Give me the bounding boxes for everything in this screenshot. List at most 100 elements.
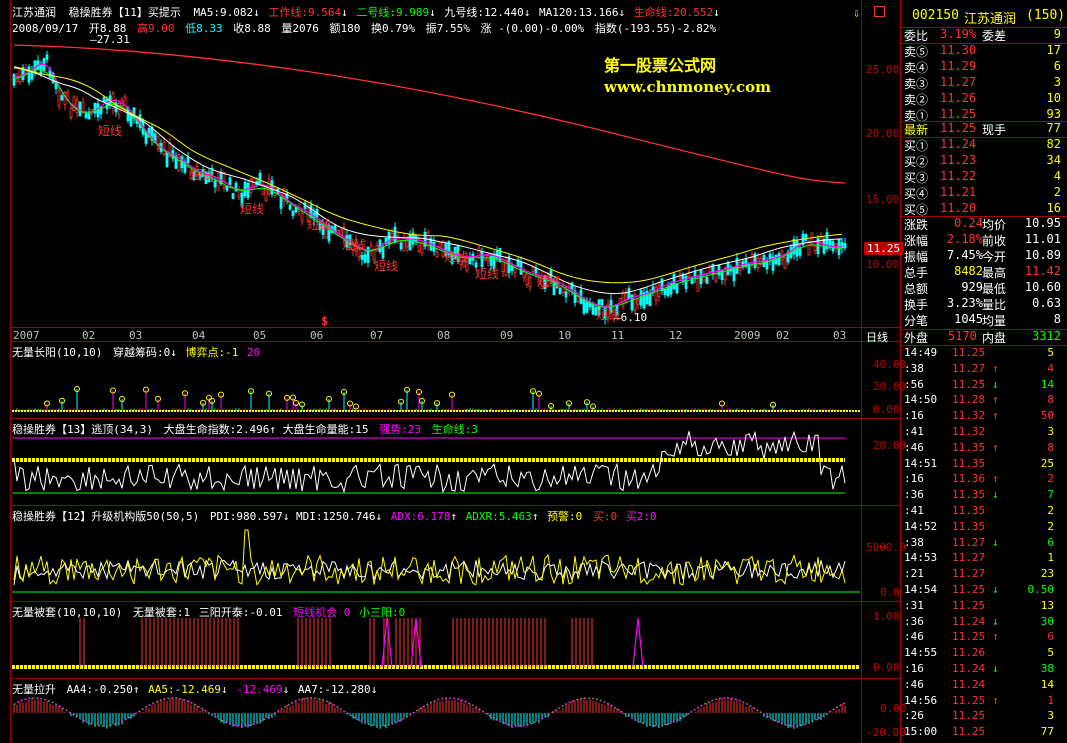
quote-panel: 002150 江苏通润 (150) 委比 3.19% 委差 9 卖⑤ 11.30 1…: [902, 0, 1067, 743]
candle-body: [666, 286, 670, 297]
ma5-value: MA5:9.082: [193, 6, 254, 19]
candle-body: [225, 185, 229, 191]
watermark-url: www.chnmoney.com: [604, 78, 771, 96]
candle-body: [186, 156, 190, 164]
candle-body: [798, 247, 802, 256]
window-icon[interactable]: [874, 6, 885, 17]
stock-code: 002150: [912, 8, 959, 23]
x-axis-label: 03: [129, 329, 143, 342]
candle-body: [78, 101, 82, 117]
spike-mark: [632, 617, 644, 668]
change-value: 涨 -(0.00)-0.00%: [480, 22, 585, 35]
candle-body: [258, 173, 262, 184]
x-axis-label: 10: [558, 329, 572, 342]
candle-body: [834, 243, 838, 249]
tick-row: 14:49 11.25 5: [904, 346, 1054, 359]
x-axis-label: 09: [500, 329, 514, 342]
tick-row: :21 11.27 23: [904, 567, 1054, 581]
tick-row: :16 11.36 ↑ 2: [904, 472, 1054, 486]
candle-body: [291, 210, 295, 216]
x-axis-label: 02: [776, 329, 790, 342]
tick-row: :41 11.35 2: [904, 504, 1054, 517]
tick-row: :56 11.25 ↓ 14: [904, 377, 1054, 391]
y-tick: 0.0: [880, 586, 900, 599]
y-tick: -20.00: [866, 726, 906, 739]
y-tick: 25.00: [866, 63, 900, 76]
chart-area[interactable]: 江苏通润 稳操胜券【11】买提示 MA5:9.082↓ 工作线:9.564↓ 二…: [0, 0, 907, 743]
candle-body: [813, 245, 817, 252]
panel4-title: 无量被套(10,10,10) 无量被套:1 三阳开泰:-0.01 短线机会 0 …: [12, 606, 406, 619]
candle-body: [501, 261, 505, 272]
tick-row: :36 11.24 ↓ 30: [904, 614, 1054, 628]
candle-body: [843, 242, 847, 249]
candle-body: [30, 71, 34, 80]
candle-body: [57, 90, 61, 107]
candle-body: [600, 299, 604, 307]
candle-body: [804, 234, 808, 241]
candle-body: [75, 99, 79, 113]
pin-icon[interactable]: ⇩: [853, 6, 860, 20]
amount-value: 额180: [329, 22, 361, 35]
candle-body: [102, 96, 106, 103]
bar-date: 2008/09/17: [12, 22, 79, 35]
candle-body: [393, 226, 397, 244]
y-tick: 0.00: [873, 661, 900, 674]
aa-line: [13, 697, 846, 727]
tick-row: :16 11.24 ↓ 38: [904, 662, 1054, 675]
candle-body: [663, 288, 667, 295]
candle-body: [420, 242, 424, 254]
candle-body: [84, 113, 88, 119]
candle-body: [738, 262, 742, 271]
tick-row: :41 11.32 3: [904, 425, 1054, 438]
current-price-tag: 11.25: [864, 242, 904, 255]
panel3-title: 稳操胜券【12】升级机构版50(50,5) PDI:980.597↓ MDI:1…: [12, 510, 657, 523]
candle-body: [378, 239, 382, 252]
tick-row: 14:56 11.25 ↑ 1: [904, 693, 1054, 707]
chart-canvas: [12, 44, 860, 729]
tick-row: 14:55 11.26 5: [904, 646, 1054, 660]
y-tick: 20.00: [866, 127, 900, 140]
indicator-name: 稳操胜券【11】买提示: [68, 6, 181, 19]
work-line-value: 工作线:9.564: [268, 6, 342, 19]
watermark-title: 第一股票公式网: [604, 56, 717, 75]
candle-body: [69, 107, 73, 119]
short-line-label: 短线: [240, 202, 265, 216]
tick-row: 14:51 11.35 25: [904, 456, 1054, 470]
candle-body: [18, 68, 22, 83]
panel1-title: 无量长阳(10,10) 穿越筹码:0↓ 博弈点:-1 20: [12, 346, 261, 359]
x-axis-label: 12: [669, 329, 683, 342]
short-line-label: 短线: [444, 250, 469, 264]
x-axis-label: 04: [192, 329, 206, 342]
short-line-label: 短线: [537, 275, 562, 289]
candle-body: [528, 276, 532, 287]
period-label[interactable]: 日线: [866, 329, 888, 345]
candle-body: [300, 213, 304, 222]
short-line-label: 短线: [374, 259, 399, 273]
candle-body: [45, 54, 49, 60]
candle-body: [144, 132, 148, 144]
candle-body: [222, 172, 226, 189]
short-line-label: 短线: [190, 168, 215, 182]
candle-body: [126, 107, 130, 122]
tick-row: :38 11.27 ↓ 6: [904, 535, 1054, 549]
short-line-label: 短线: [98, 124, 123, 138]
turnover-value: 换0.79%: [370, 22, 416, 35]
candle-body: [273, 186, 277, 196]
candle-body: [165, 152, 169, 167]
main-title-row: 江苏通润 稳操胜券【11】买提示 MA5:9.082↓ 工作线:9.564↓ 二…: [12, 6, 720, 19]
tick-row: :31 11.25 13: [904, 598, 1054, 612]
candle-body: [363, 254, 367, 263]
high-value: 高9.00: [136, 22, 175, 35]
x-axis-label: 03: [833, 329, 847, 342]
candle-body: [531, 266, 535, 272]
y-tick: 15.00: [866, 193, 900, 206]
x-axis-label: 05: [253, 329, 267, 342]
stock-count: (150): [1026, 8, 1066, 23]
candle-body: [390, 233, 394, 243]
candle-body: [807, 242, 811, 256]
candle-body: [705, 276, 709, 284]
candle-body: [435, 251, 439, 258]
short-line-label: 短线: [475, 267, 500, 281]
mdi-line: [13, 529, 846, 586]
life-line-value: 生命线:20.552: [633, 6, 714, 19]
